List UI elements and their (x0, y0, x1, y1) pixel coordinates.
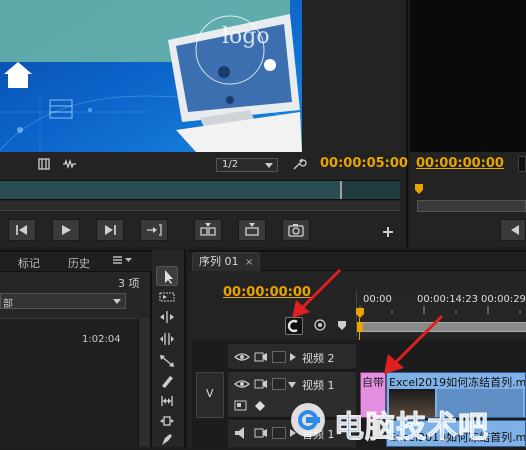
video-clip-label: Excel2019如何冻结首列.m (389, 376, 526, 389)
track-header-video-2[interactable]: 视频 2 (228, 344, 356, 370)
lock-toggle[interactable] (272, 427, 286, 439)
ruler-ticks (359, 306, 521, 314)
tab-sequence-label: 序列 01 (199, 255, 239, 268)
eye-icon[interactable] (234, 352, 250, 362)
tab-sequence-01[interactable]: 序列 01 × (192, 252, 261, 271)
ruler-tick-label: 00:00:14:23 (417, 294, 479, 305)
program-playhead-marker[interactable] (414, 184, 424, 201)
ruler-tick-label: 00:00:29: (481, 294, 526, 305)
track-expand-icon[interactable] (290, 353, 296, 361)
frame-graphic (0, 0, 302, 152)
source-scrub-fill (0, 181, 340, 199)
speaker-icon[interactable] (234, 427, 250, 439)
audio-icon[interactable] (254, 428, 268, 438)
watermark-logo-icon (286, 400, 330, 443)
clip-duration: 1:02:04 (82, 334, 121, 345)
tab-history[interactable]: 历史 (68, 255, 90, 271)
play-button[interactable] (52, 219, 80, 241)
resolution-value: 1/2 (222, 159, 239, 170)
wrench-icon[interactable] (291, 156, 307, 175)
eye-icon[interactable] (234, 379, 250, 389)
rolling-edit-tool-icon[interactable] (156, 330, 178, 350)
program-video-frame (410, 0, 526, 152)
track-collapse-icon[interactable] (288, 382, 296, 388)
audio-waveform-icon[interactable] (62, 158, 78, 173)
film-icon[interactable] (254, 352, 268, 362)
display-style-icon[interactable] (234, 400, 248, 412)
razor-tool-icon[interactable] (156, 372, 178, 392)
insert-button[interactable] (194, 219, 222, 241)
export-frame-button[interactable] (282, 219, 310, 241)
marker-pin-icon[interactable] (337, 320, 347, 335)
source-scrub-marker (340, 181, 342, 199)
title-clip-label: 自带 (362, 376, 384, 389)
track-name: 视频 2 (302, 352, 335, 365)
chevron-down-icon (265, 163, 273, 168)
ripple-edit-tool-icon[interactable] (156, 308, 178, 328)
project-dropdown[interactable]: 部 (0, 293, 126, 310)
chevron-down-icon (113, 299, 121, 304)
pen-tool-icon[interactable] (156, 430, 178, 450)
program-timecode[interactable]: 00:00:00:00 (416, 156, 504, 171)
panel-menu-icon[interactable] (112, 255, 134, 268)
add-button[interactable] (382, 226, 394, 241)
project-dropdown-value: 部 (3, 299, 13, 310)
program-step-back-button[interactable] (500, 219, 526, 241)
film-icon[interactable] (254, 379, 268, 389)
mark-out-button[interactable] (140, 219, 168, 241)
annotation-arrow-icon (384, 314, 444, 374)
tab-close-icon[interactable]: × (245, 257, 253, 268)
slide-tool-icon[interactable] (156, 412, 178, 432)
add-marker-icon[interactable] (313, 318, 327, 337)
program-dark-box (518, 156, 526, 172)
source-timecode[interactable]: 00:00:05:00 (320, 156, 408, 171)
step-back-button[interactable] (8, 219, 36, 241)
source-navigator[interactable] (0, 201, 400, 211)
film-icon[interactable] (38, 158, 50, 173)
frame-logo-text: logo (222, 24, 270, 49)
watermark-text: 电脑技术吧 (334, 410, 489, 446)
overwrite-button[interactable] (238, 219, 266, 241)
tab-markers[interactable]: 标记 (18, 255, 40, 271)
track-select-tool-icon[interactable] (156, 288, 178, 308)
lock-toggle[interactable] (272, 378, 286, 390)
resolution-select[interactable]: 1/2 (216, 158, 278, 172)
track-name: 视频 1 (302, 379, 335, 392)
lock-toggle[interactable] (272, 351, 286, 363)
annotation-arrow-icon (292, 268, 342, 318)
track-target-label: V (206, 387, 214, 400)
slip-tool-icon[interactable] (156, 392, 178, 412)
source-video-frame: logo (0, 0, 302, 152)
source-scrub-bar[interactable] (0, 180, 400, 200)
playhead-head[interactable] (355, 308, 365, 325)
rate-stretch-tool-icon[interactable] (156, 352, 178, 372)
item-count: 3 项 (118, 277, 140, 290)
program-scrub-bar[interactable] (417, 200, 526, 212)
project-scrollbar[interactable] (138, 318, 150, 447)
selection-tool-icon[interactable] (156, 266, 178, 286)
track-target-v[interactable]: V (196, 372, 224, 418)
step-forward-button[interactable] (96, 219, 124, 241)
keyframe-icon[interactable] (254, 400, 266, 412)
ruler-tick-label: 00:00 (363, 294, 392, 305)
